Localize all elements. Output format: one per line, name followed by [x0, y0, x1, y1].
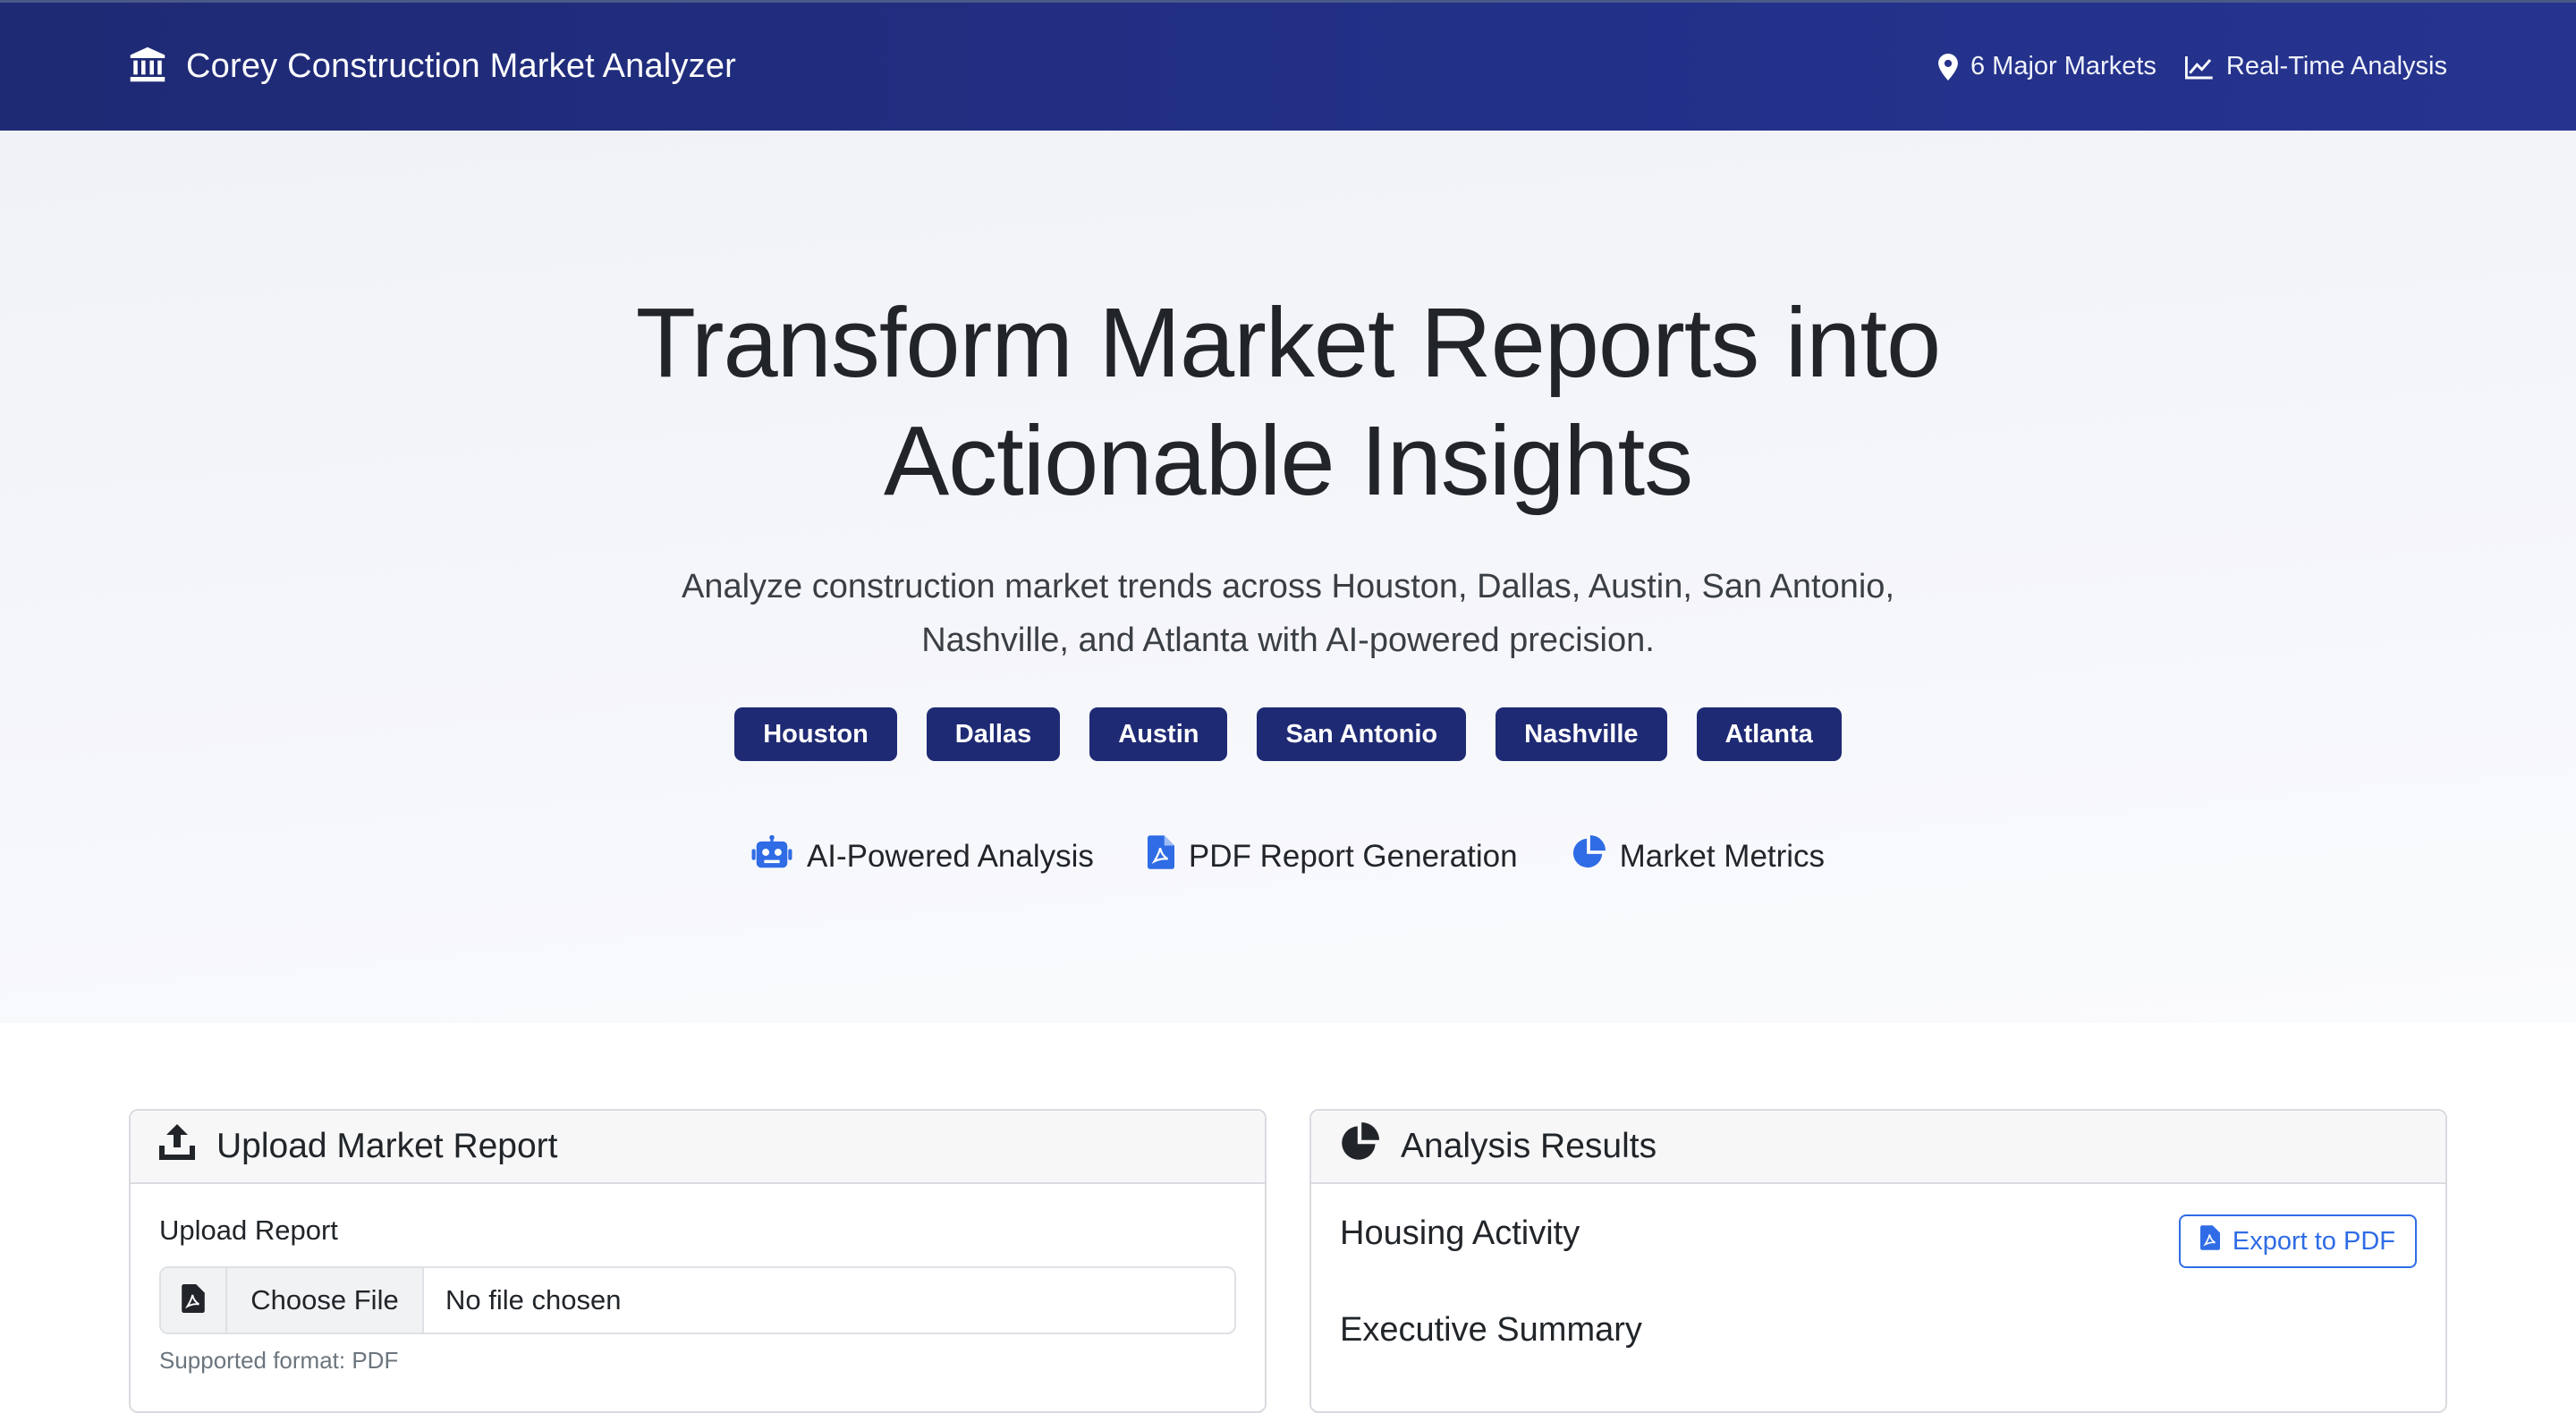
nav-item-label: 6 Major Markets — [1970, 52, 2157, 80]
file-input-status[interactable]: No file chosen — [424, 1268, 1234, 1333]
bank-icon — [129, 46, 166, 88]
nav-item-label: Real-Time Analysis — [2225, 52, 2447, 80]
executive-summary-title: Executive Summary — [1340, 1311, 1642, 1349]
market-badge-houston: Houston — [734, 707, 897, 761]
line-chart-icon — [2184, 55, 2214, 80]
feature-pdf-generation: PDF Report Generation — [1147, 835, 1518, 877]
feature-list: AI-Powered Analysis PDF Report Generatio… — [0, 834, 2576, 877]
feature-market-metrics: Market Metrics — [1572, 835, 1825, 877]
results-card-header: Analysis Results — [1311, 1111, 2445, 1184]
upload-field-label: Upload Report — [159, 1214, 338, 1246]
export-pdf-button[interactable]: Export to PDF — [2178, 1214, 2417, 1268]
market-badge-nashville: Nashville — [1496, 707, 1667, 761]
file-input-addon — [161, 1268, 227, 1333]
market-badge-dallas: Dallas — [926, 707, 1061, 761]
feature-label: PDF Report Generation — [1188, 838, 1518, 874]
analysis-results-card: Analysis Results Housing Activity Export… — [1309, 1109, 2447, 1413]
upload-help-text: Supported format: PDF — [159, 1347, 399, 1374]
housing-activity-title: Housing Activity — [1340, 1214, 1580, 1252]
upload-icon — [159, 1124, 195, 1169]
hero-subtitle: Analyze construction market trends acros… — [681, 568, 1895, 659]
file-input-group[interactable]: Choose File No file chosen — [159, 1266, 1236, 1334]
upload-card: Upload Market Report Upload Report Choos… — [129, 1109, 1267, 1413]
feature-label: AI-Powered Analysis — [806, 838, 1094, 874]
brand[interactable]: Corey Construction Market Analyzer — [129, 46, 736, 88]
market-badge-atlanta: Atlanta — [1696, 707, 1842, 761]
top-navbar: Corey Construction Market Analyzer 6 Maj… — [0, 0, 2576, 131]
market-badge-san-antonio: San Antonio — [1257, 707, 1467, 761]
choose-file-button[interactable]: Choose File — [227, 1268, 424, 1333]
feature-label: Market Metrics — [1619, 838, 1826, 874]
map-pin-icon — [1938, 53, 1958, 80]
file-pdf-icon — [2199, 1225, 2220, 1257]
app-title: Corey Construction Market Analyzer — [186, 47, 737, 85]
robot-icon — [751, 834, 792, 877]
market-badges: Houston Dallas Austin San Antonio Nashvi… — [0, 707, 2576, 761]
feature-ai-analysis: AI-Powered Analysis — [751, 834, 1094, 877]
upload-card-title: Upload Market Report — [216, 1127, 558, 1165]
nav-item-major-markets[interactable]: 6 Major Markets — [1938, 52, 2157, 81]
pie-chart-icon — [1572, 835, 1606, 877]
hero-title: Transform Market Reports into Actionable… — [635, 288, 1941, 516]
market-badge-austin: Austin — [1089, 707, 1228, 761]
file-pdf-icon — [182, 1283, 205, 1317]
upload-card-header: Upload Market Report — [131, 1111, 1265, 1184]
pie-chart-icon — [1340, 1122, 1379, 1171]
results-card-title: Analysis Results — [1401, 1127, 1657, 1165]
export-button-label: Export to PDF — [2232, 1226, 2395, 1256]
nav-item-real-time-analysis[interactable]: Real-Time Analysis — [2184, 52, 2447, 81]
file-pdf-icon — [1147, 835, 1174, 877]
hero-section: Transform Market Reports into Actionable… — [0, 131, 2576, 1023]
